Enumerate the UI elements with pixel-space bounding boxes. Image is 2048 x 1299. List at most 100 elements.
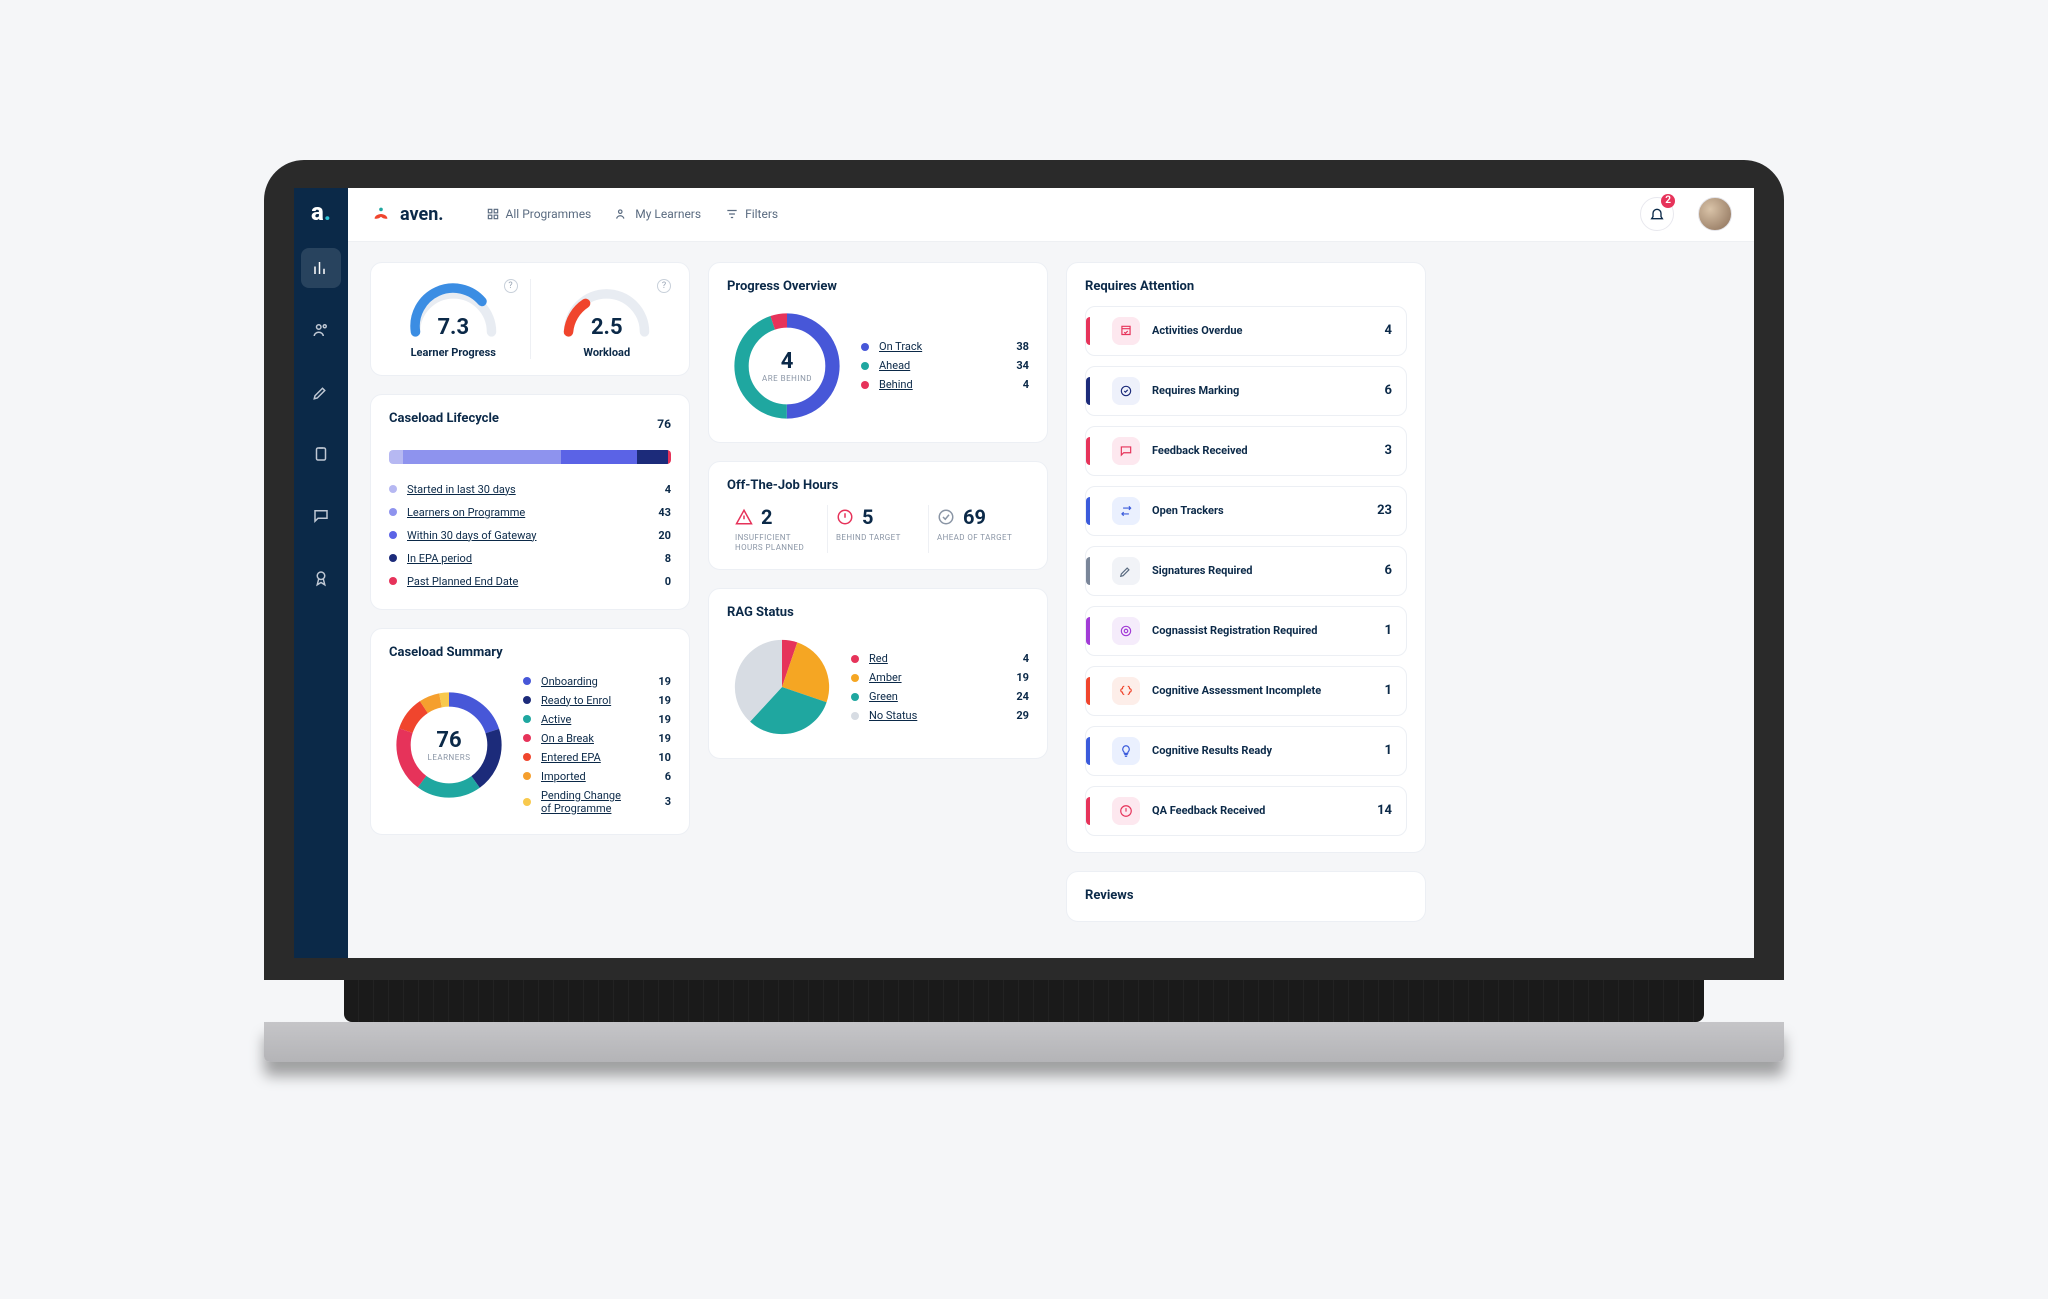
attention-label: Signatures Required — [1152, 564, 1373, 577]
legend-value: 19 — [643, 694, 671, 707]
donut-center-label: ARE BEHIND — [762, 374, 812, 383]
nav-dashboard[interactable] — [301, 248, 341, 288]
legend-value: 43 — [643, 506, 671, 519]
attention-count: 1 — [1385, 683, 1392, 698]
legend-item[interactable]: Ready to Enrol 19 — [523, 691, 671, 710]
user-avatar[interactable] — [1698, 197, 1732, 231]
swap-icon — [1112, 497, 1140, 525]
legend-item[interactable]: Within 30 days of Gateway 20 — [389, 524, 671, 547]
legend-item[interactable]: Past Planned End Date 0 — [389, 570, 671, 593]
otj-stat[interactable]: 2 INSUFFICIENT HOURS PLANNED — [727, 505, 828, 554]
nav-sign[interactable] — [301, 372, 341, 412]
legend-label: Imported — [541, 770, 633, 783]
attention-count: 6 — [1385, 383, 1392, 398]
attention-item[interactable]: QA Feedback Received 14 — [1085, 786, 1407, 836]
legend-value: 38 — [1001, 340, 1029, 353]
otj-stat[interactable]: 5 BEHIND TARGET — [828, 505, 929, 554]
legend-value: 10 — [643, 751, 671, 764]
attention-label: Open Trackers — [1152, 504, 1365, 517]
lifecycle-legend: Started in last 30 days 4 Learners on Pr… — [389, 478, 671, 593]
donut-center-label: LEARNERS — [428, 753, 471, 762]
dashboard-content: ? 7.3 Learner Progress — [348, 242, 1754, 958]
legend-item[interactable]: Pending Change of Programme 3 — [523, 786, 671, 818]
filters-button[interactable]: Filters — [725, 207, 778, 221]
legend-dot-icon — [389, 554, 397, 562]
attention-item[interactable]: Cognitive Assessment Incomplete 1 — [1085, 666, 1407, 716]
nav-messages[interactable] — [301, 496, 341, 536]
legend-value: 4 — [643, 483, 671, 496]
legend-value: 19 — [1001, 671, 1029, 684]
legend-item[interactable]: Started in last 30 days 4 — [389, 478, 671, 501]
legend-item[interactable]: No Status 29 — [851, 706, 1029, 725]
legend-item[interactable]: Behind 4 — [861, 375, 1029, 394]
pen-icon — [1112, 557, 1140, 585]
attention-item[interactable]: Cognassist Registration Required 1 — [1085, 606, 1407, 656]
otj-value: 69 — [963, 505, 986, 529]
attention-item[interactable]: Cognitive Results Ready 1 — [1085, 726, 1407, 776]
attention-item[interactable]: Activities Overdue 4 — [1085, 306, 1407, 356]
legend-value: 3 — [643, 795, 671, 808]
attention-item[interactable]: Open Trackers 23 — [1085, 486, 1407, 536]
legend-dot-icon — [861, 362, 869, 370]
otj-caption: AHEAD OF TARGET — [937, 533, 1021, 543]
legend-item[interactable]: Green 24 — [851, 687, 1029, 706]
stacked-segment — [561, 450, 637, 464]
attention-item[interactable]: Signatures Required 6 — [1085, 546, 1407, 596]
brand[interactable]: aven. — [370, 203, 444, 225]
legend-value: 34 — [1001, 359, 1029, 372]
notifications-button[interactable]: 2 — [1640, 197, 1674, 231]
card-title: RAG Status — [727, 605, 1029, 620]
legend-item[interactable]: On Track 38 — [861, 337, 1029, 356]
legend-dot-icon — [523, 772, 531, 780]
requires-attention-card: Requires Attention Activities Overdue 4 … — [1066, 262, 1426, 853]
legend-label: Ahead — [879, 359, 991, 372]
attention-label: Activities Overdue — [1152, 324, 1373, 337]
grid-icon — [486, 207, 500, 221]
donut-center-value: 4 — [781, 349, 794, 374]
legend-item[interactable]: Amber 19 — [851, 668, 1029, 687]
laptop-frame: a. — [264, 160, 1784, 1140]
legend-dot-icon — [523, 677, 531, 685]
app-logo-mini[interactable]: a. — [311, 198, 331, 226]
legend-item[interactable]: Active 19 — [523, 710, 671, 729]
legend-dot-icon — [389, 508, 397, 516]
my-learners-button[interactable]: My Learners — [615, 207, 701, 221]
attention-count: 3 — [1385, 443, 1392, 458]
nav-awards[interactable] — [301, 558, 341, 598]
legend-item[interactable]: Red 4 — [851, 649, 1029, 668]
attention-count: 6 — [1385, 563, 1392, 578]
legend-value: 0 — [643, 575, 671, 588]
legend-item[interactable]: In EPA period 8 — [389, 547, 671, 570]
legend-item[interactable]: Ahead 34 — [861, 356, 1029, 375]
legend-item[interactable]: Entered EPA 10 — [523, 748, 671, 767]
ribbon-icon — [312, 569, 330, 587]
legend-dot-icon — [389, 531, 397, 539]
legend-item[interactable]: Imported 6 — [523, 767, 671, 786]
legend-item[interactable]: On a Break 19 — [523, 729, 671, 748]
attention-label: Cognitive Assessment Incomplete — [1152, 684, 1373, 697]
gauge-label: Workload — [543, 346, 672, 359]
otj-value: 5 — [862, 505, 873, 529]
learner-progress-gauge[interactable]: ? 7.3 Learner Progress — [389, 279, 518, 359]
workload-gauge[interactable]: ? 2.5 Workload — [543, 279, 672, 359]
attention-item[interactable]: Feedback Received 3 — [1085, 426, 1407, 476]
legend-label: On a Break — [541, 732, 633, 745]
nav-learners[interactable] — [301, 310, 341, 350]
progress-legend: On Track 38 Ahead 34 Behind 4 — [861, 337, 1029, 394]
legend-item[interactable]: Onboarding 19 — [523, 672, 671, 691]
main-area: aven. All Programmes My Learners Filters — [348, 188, 1754, 958]
nav-clipboard[interactable] — [301, 434, 341, 474]
legend-item[interactable]: Learners on Programme 43 — [389, 501, 671, 524]
otj-caption: BEHIND TARGET — [836, 533, 920, 543]
laptop-keyboard — [344, 980, 1704, 1022]
attention-item[interactable]: Requires Marking 6 — [1085, 366, 1407, 416]
otj-stat[interactable]: 69 AHEAD OF TARGET — [929, 505, 1029, 554]
all-programmes-button[interactable]: All Programmes — [486, 207, 592, 221]
attention-label: Cognassist Registration Required — [1152, 624, 1373, 637]
help-icon[interactable]: ? — [657, 279, 671, 293]
filter-icon — [725, 207, 739, 221]
card-title: Requires Attention — [1085, 279, 1407, 294]
progress-donut: 4 ARE BEHIND — [727, 306, 847, 426]
legend-dot-icon — [851, 674, 859, 682]
help-icon[interactable]: ? — [504, 279, 518, 293]
